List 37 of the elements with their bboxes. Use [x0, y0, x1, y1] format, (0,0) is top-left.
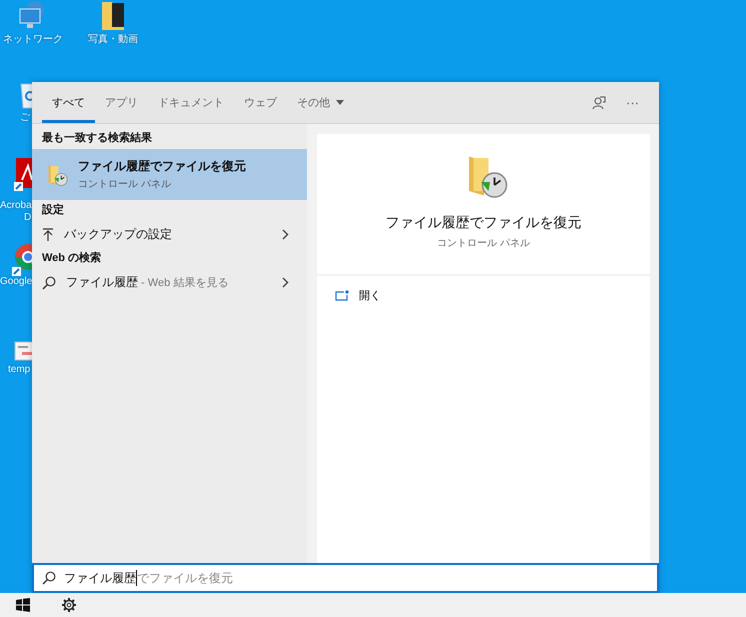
- desktop-icon-label[interactable]: ネットワーク: [0, 34, 66, 46]
- desktop-icon-label[interactable]: Google: [0, 276, 32, 288]
- section-heading: 最も一致する検索結果: [41, 130, 153, 146]
- search-text: ファイル履歴: [64, 570, 136, 586]
- settings-icon[interactable]: [61, 597, 77, 613]
- chevron-right-icon: [282, 229, 289, 240]
- result-title: ファイル履歴でファイルを復元: [78, 158, 247, 175]
- search-icon: [42, 571, 56, 585]
- tab[interactable]: ウェブ: [234, 85, 287, 123]
- preview-title: ファイル履歴でファイルを復元: [386, 214, 582, 232]
- preview-subtitle: コントロール パネル: [437, 237, 530, 250]
- desktop-icon-label[interactable]: D: [24, 212, 32, 224]
- result-item[interactable]: ファイル履歴 - Web 結果を見る: [32, 269, 307, 296]
- open-action[interactable]: 開く: [335, 288, 381, 303]
- chevron-right-icon: [282, 277, 289, 288]
- feedback-icon: [592, 96, 606, 110]
- search-field[interactable]: ファイル履歴でファイルを復元: [32, 563, 659, 593]
- result-title: ファイル履歴 - Web 結果を見る: [66, 274, 230, 291]
- tab[interactable]: ドキュメント: [148, 85, 234, 123]
- desktop-icon-label[interactable]: temp: [8, 364, 30, 376]
- tab[interactable]: アプリ: [95, 85, 148, 123]
- more-button[interactable]: ···: [616, 82, 649, 123]
- desktop-icon-label[interactable]: 写真・動画: [80, 34, 146, 46]
- section-heading: 設定: [40, 202, 65, 218]
- desktop-icon-label[interactable]: ご: [20, 112, 30, 124]
- up-arrow-icon: [42, 228, 54, 241]
- open-window-icon: [335, 290, 349, 301]
- search-icon: [42, 276, 56, 290]
- result-item[interactable]: バックアップの設定: [32, 221, 307, 248]
- search-suggestion: でファイルを復元: [137, 570, 233, 586]
- tab[interactable]: その他: [287, 85, 354, 123]
- result-subtitle: コントロール パネル: [78, 178, 172, 191]
- windows-logo-icon[interactable]: [16, 598, 30, 612]
- desktop-icon-label[interactable]: Acroba: [0, 200, 32, 212]
- result-title: バックアップの設定: [64, 226, 173, 243]
- result-item[interactable]: ファイル履歴でファイルを復元 コントロール パネル: [32, 149, 307, 200]
- section-heading: Web の検索: [41, 250, 102, 266]
